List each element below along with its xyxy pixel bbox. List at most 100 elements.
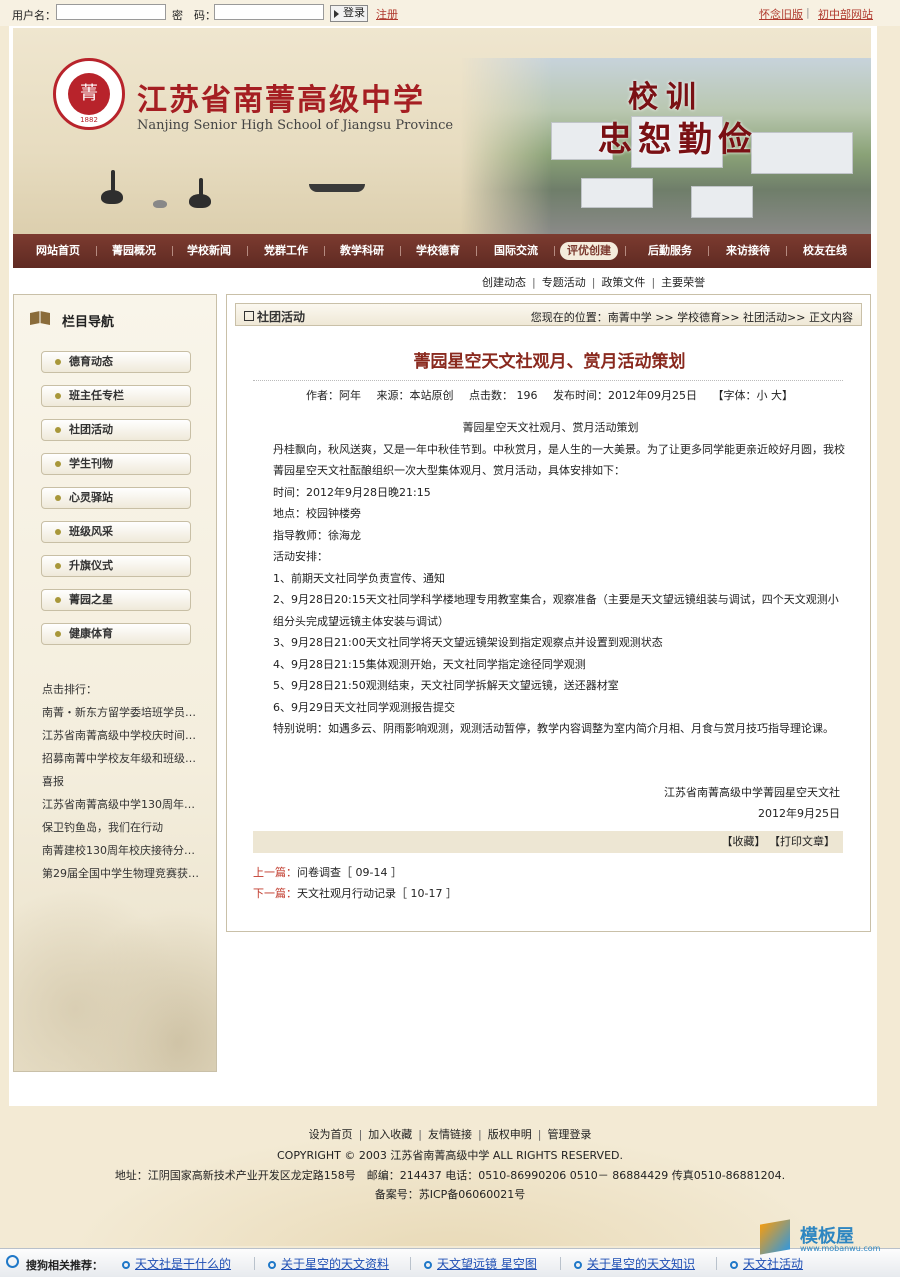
nav-item[interactable]: 校友在线 [794,242,856,260]
next-label: 下一篇： [253,887,297,900]
hot-list-item[interactable]: 招募南菁中学校友年级和班级… [42,750,202,766]
sidebar-item[interactable]: 健康体育 [41,623,191,645]
banner: 菁 1882 江苏省南菁高级中学 Nanjing Senior High Sch… [13,28,871,234]
article-tools[interactable]: 【收藏】 【打印文章】 [253,831,843,853]
article-paragraph: 活动安排： [273,550,328,563]
bullet-icon [55,461,61,467]
article-paragraph: 3、9月28日21:00天文社同学将天文望远镜架设到指定观察点并设置到观测状态 [273,636,663,649]
sidebar-item[interactable]: 心灵驿站 [41,487,191,509]
nav-item[interactable]: 国际交流 [485,242,547,260]
sogou-label: 搜狗相关推荐： [26,1259,103,1272]
sogou-link-text: 天文社是干什么的 [135,1257,232,1271]
nav-item[interactable]: 来访接待 [717,242,779,260]
separator: | [358,1128,363,1141]
bullet-icon [55,529,61,535]
login-button[interactable]: 登录 [330,5,368,22]
next-article-link[interactable]: 天文社观月行动记录［ 10-17 ］ [297,887,457,900]
hot-list-item[interactable]: 江苏省南菁高级中学130周年… [42,796,202,812]
article-paragraph: 指导教师：徐海龙 [273,528,361,542]
sidebar-item[interactable]: 学生刊物 [41,453,191,475]
subnav-item[interactable]: 政策文件 [601,276,645,289]
cube-logo-icon [760,1219,790,1255]
nav-item[interactable]: 学校德育 [407,242,469,260]
hot-list-item[interactable]: 喜报 [42,773,202,789]
login-bar: 用户名： 密 码： 登录 注册 怀念旧版 | 初中部网站 [0,0,900,26]
hot-list-item[interactable]: 保卫钓鱼岛，我们在行动 [42,819,202,835]
divider [253,380,843,381]
login-button-label: 登录 [343,7,365,19]
sidebar: 栏目导航 德育动态 班主任专栏 社团活动 学生刊物 心灵驿站 班级风采 升旗仪式 菁园之星 健康… [13,294,217,1072]
nav-divider [476,246,477,256]
school-logo: 菁 1882 [53,58,125,130]
nav-item[interactable]: 党群工作 [255,242,317,260]
font-size-toggle[interactable]: 【字体：小 大】 [713,389,794,402]
separator: | [478,1128,482,1141]
nav-item[interactable]: 教学科研 [331,242,393,260]
hot-list-title: 点击排行： [42,683,97,696]
search-icon [730,1261,738,1269]
nav-item[interactable]: 网站首页 [27,242,89,260]
separator: | [591,276,596,289]
play-icon [334,10,339,18]
subnav-item[interactable]: 专题活动 [542,276,586,289]
footer-link[interactable]: 版权申明 [488,1128,532,1141]
subnav-item[interactable]: 创建动态 [482,276,526,289]
username-input[interactable] [56,4,166,20]
sidebar-item[interactable]: 班级风采 [41,521,191,543]
article-paragraph: 丹桂飘向，秋风送爽，又是一年中秋佳节到。中秋赏月，是人生的一大美景。为了让更多同… [273,442,845,478]
hot-list-item[interactable]: 南菁・新东方留学委培班学员… [42,704,202,720]
bullet-icon [55,563,61,569]
sogou-recommend-link[interactable]: 关于星空的天文知识 [574,1255,695,1272]
sidebar-item[interactable]: 德育动态 [41,351,191,373]
article-hits: 点击数： 196 [469,389,538,402]
article-paragraph: 1、前期天文社同学负责宣传、通知 [273,571,445,585]
old-site-link[interactable]: 怀念旧版 [759,6,803,22]
next-article[interactable]: 下一篇：天文社观月行动记录［ 10-17 ］ [253,885,457,901]
nav-divider [786,246,787,256]
watermark-logo: 模板屋 www.mobanwu.com [760,1219,890,1260]
sogou-link-text: 关于星空的天文知识 [587,1257,696,1271]
sogou-recommend-link[interactable]: 天文望远镜 星空图 [424,1255,537,1272]
prev-label: 上一篇： [253,866,297,879]
footer-link[interactable]: 友情链接 [428,1128,472,1141]
nav-item[interactable]: 后勤服务 [639,242,701,260]
sidebar-item-label: 社团活动 [69,423,113,436]
sogou-recommend-link[interactable]: 天文社是干什么的 [122,1255,231,1272]
prev-article-link[interactable]: 问卷调查［ 09-14 ］ [297,866,402,879]
password-input[interactable] [214,4,324,20]
bullet-icon [55,631,61,637]
sogou-search-icon [6,1255,19,1268]
sogou-link-text: 关于星空的天文资料 [281,1257,390,1271]
article-paragraph: 菁园星空天文社观月、赏月活动策划 [462,421,639,434]
subnav-item[interactable]: 主要荣誉 [661,276,705,289]
article-paragraph: 5、9月28日21:50观测结束，天文社同学拆解天文望远镜，送还器材室 [273,679,619,692]
article-title: 菁园星空天文社观月、赏月活动策划 [413,352,686,372]
sidebar-item-label: 学生刊物 [69,457,113,470]
search-icon [574,1261,582,1269]
hot-list-item[interactable]: 江苏省南菁高级中学校庆时间… [42,727,202,743]
nav-item[interactable]: 学校新闻 [178,242,240,260]
prev-article[interactable]: 上一篇：问卷调查［ 09-14 ］ [253,864,402,880]
logo-year: 1882 [80,116,98,124]
motto-title: 校训 [628,80,704,115]
nav-divider [172,246,173,256]
nav-item[interactable]: 评优创建 [560,242,618,260]
footer-link[interactable]: 设为首页 [309,1128,353,1141]
separator: | [537,1128,542,1141]
main-content: 社团活动 您现在的位置：南菁中学 >> 学校德育>> 社团活动>> 正文内容 菁… [226,294,871,932]
sidebar-item[interactable]: 菁园之星 [41,589,191,611]
search-icon [122,1261,130,1269]
register-link[interactable]: 注册 [376,6,398,22]
main-nav: 网站首页 菁园概况 学校新闻 党群工作 教学科研 学校德育 国际交流 评优创建 后勤服务 来访接待… [13,234,871,268]
footer-link[interactable]: 加入收藏 [368,1128,412,1141]
sidebar-item[interactable]: 升旗仪式 [41,555,191,577]
sub-nav: 创建动态 | 专题活动 | 政策文件 | 主要荣誉 [482,274,705,290]
footer-link[interactable]: 管理登录 [547,1128,591,1141]
sogou-recommend-link[interactable]: 关于星空的天文资料 [268,1255,389,1272]
square-icon [244,311,254,321]
nav-item[interactable]: 菁园概况 [103,242,165,260]
article-date: 发布时间：2012年09月25日 [553,389,697,402]
junior-site-link[interactable]: 初中部网站 [818,6,873,22]
sidebar-item[interactable]: 社团活动 [41,419,191,441]
sidebar-item[interactable]: 班主任专栏 [41,385,191,407]
